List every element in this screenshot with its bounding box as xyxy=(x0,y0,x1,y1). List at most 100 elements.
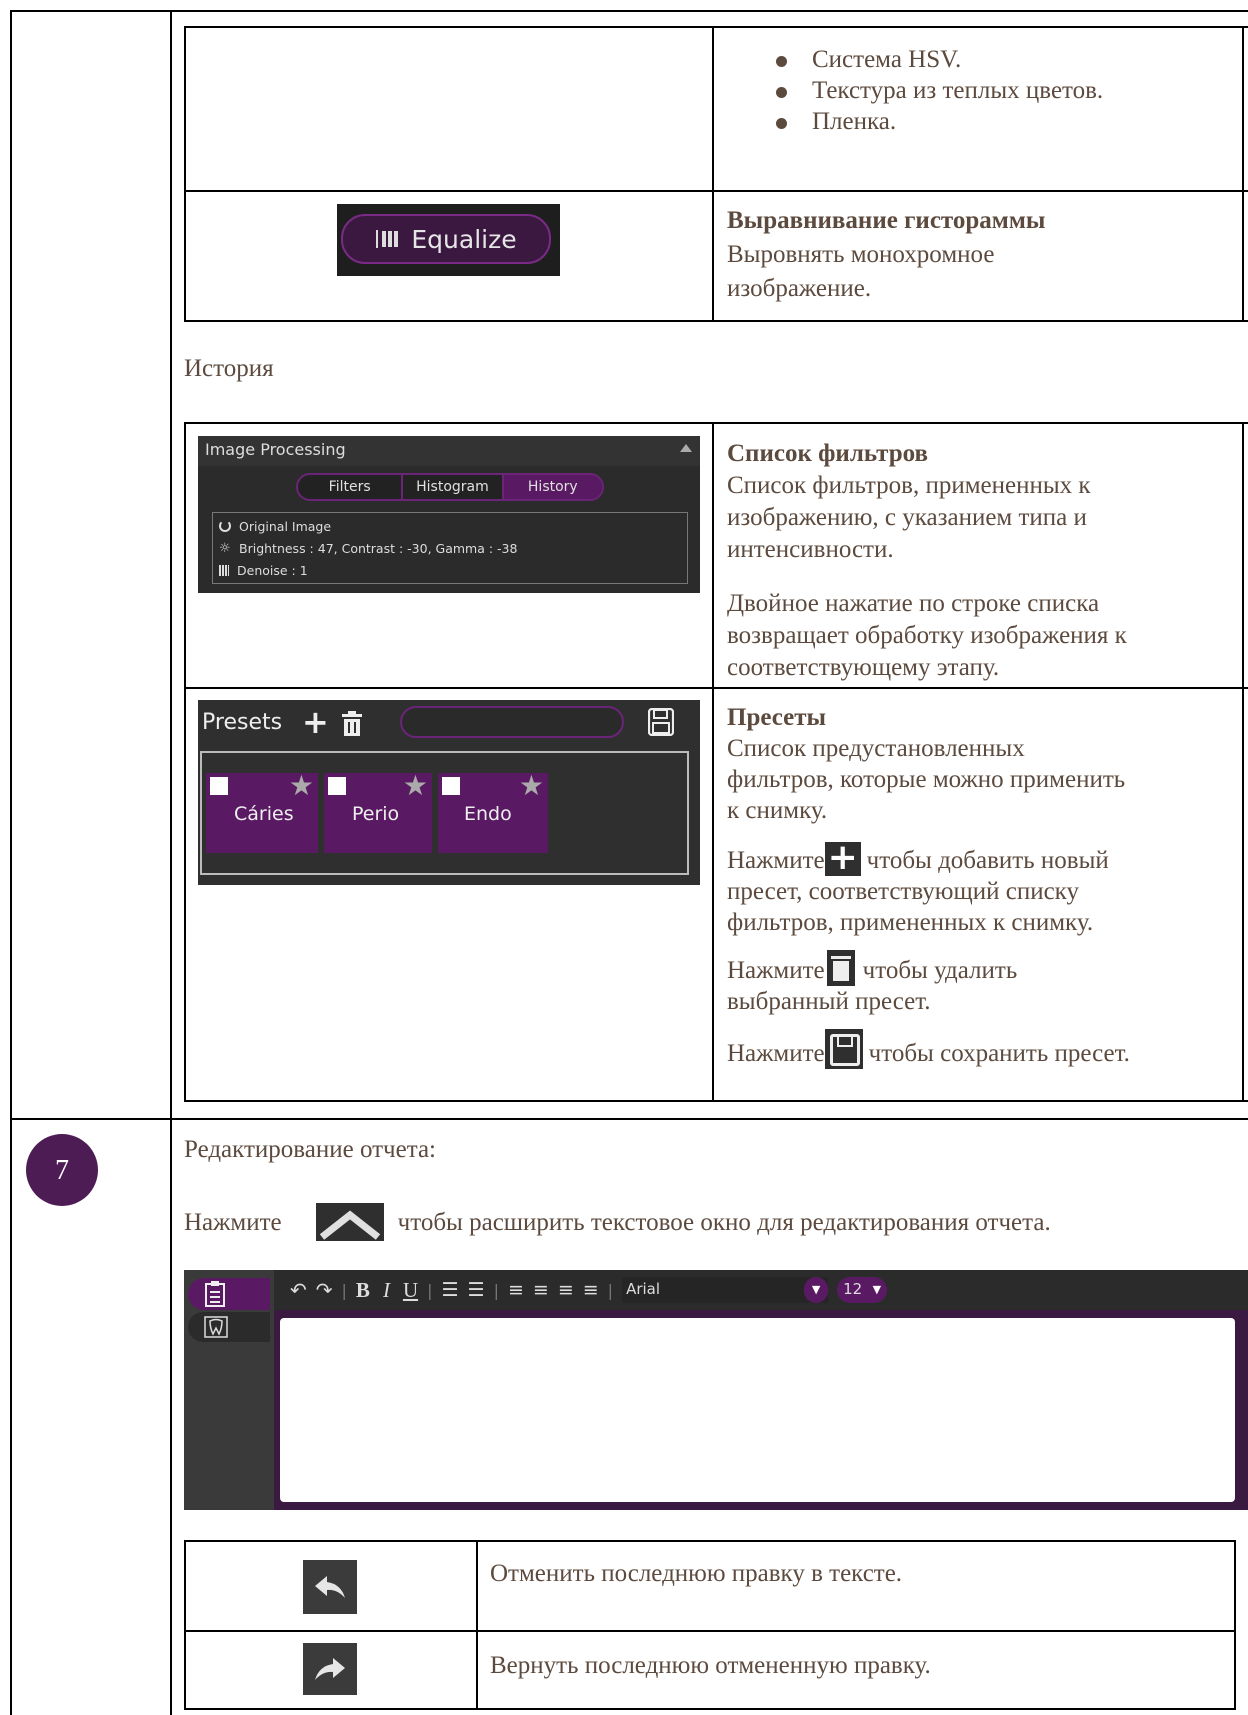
redo-icon[interactable]: ↷ xyxy=(316,1278,333,1302)
equalize-screenshot: Equalize xyxy=(337,204,560,276)
desc-line: интенсивности. xyxy=(727,536,894,563)
t2-left xyxy=(184,422,186,1102)
toolbar-separator: | xyxy=(427,1280,433,1300)
step-column-divider xyxy=(170,10,172,1715)
bullet-item: Система HSV. xyxy=(766,44,1236,75)
add-preset-icon[interactable]: + xyxy=(302,706,329,738)
filter-list-description: Список фильтров Список фильтров, примене… xyxy=(727,438,1232,684)
bold-icon[interactable]: B xyxy=(356,1278,370,1303)
font-family-select[interactable]: Arial ▼ xyxy=(622,1277,829,1303)
expand-chevron-icon xyxy=(315,1203,384,1241)
t1-center xyxy=(712,26,714,322)
bullet-list-icon[interactable]: ☰ xyxy=(442,1279,459,1301)
save-icon[interactable] xyxy=(648,708,674,736)
desc-line: Список предустановленных xyxy=(727,735,1025,762)
t2-center xyxy=(712,422,714,1102)
equalize-desc-line: изображение. xyxy=(727,275,872,302)
equalize-description: Выравнивание гистораммы Выровнять монохр… xyxy=(727,204,1232,306)
add-icon: + xyxy=(824,840,861,876)
t2-right xyxy=(1242,422,1244,1102)
panel-title-bar: Image Processing xyxy=(198,436,700,466)
tooth-tab[interactable] xyxy=(188,1312,270,1342)
trash-icon[interactable] xyxy=(340,711,364,737)
reset-icon xyxy=(219,520,231,532)
t3-center xyxy=(476,1540,478,1710)
bullet-item: Пленка. xyxy=(766,106,1236,137)
align-left-icon[interactable]: ≡ xyxy=(508,1279,524,1301)
t3-bottom xyxy=(184,1708,1236,1710)
preset-card[interactable]: ★ Endo xyxy=(438,769,548,853)
presets-description: Пресеты Список предустановленных фильтро… xyxy=(727,702,1237,1069)
tab-history[interactable]: History xyxy=(503,475,602,499)
equalize-label: Equalize xyxy=(411,224,517,254)
font-size-select[interactable]: 12 ▼ xyxy=(837,1277,888,1303)
desc-line: Двойное нажатие по строке списка xyxy=(727,590,1100,617)
star-icon[interactable]: ★ xyxy=(289,769,314,802)
add-instruction: Нажмите + чтобы добавить новый xyxy=(727,837,1109,878)
history-item[interactable]: Denoise : 1 xyxy=(213,559,687,581)
presets-title: Пресеты xyxy=(727,704,827,731)
preset-card[interactable]: ★ Perio xyxy=(324,769,432,853)
save-instruction: Нажмите чтобы сохранить пресет. xyxy=(727,1029,1237,1069)
t2-bottom xyxy=(184,1100,1248,1102)
t1-left xyxy=(184,26,186,322)
step-number-badge: 7 xyxy=(26,1134,98,1206)
redo-icon xyxy=(303,1643,357,1695)
numbered-list-icon[interactable]: ☰ xyxy=(468,1279,485,1301)
processing-tabs: Filters Histogram History xyxy=(296,473,604,501)
desc-line: Список фильтров, примененных к xyxy=(727,472,1091,499)
collapse-arrow-icon[interactable] xyxy=(680,444,692,452)
t3-right xyxy=(1234,1540,1236,1710)
report-text-area[interactable] xyxy=(280,1318,1235,1502)
italic-icon[interactable]: I xyxy=(379,1278,394,1303)
preset-search-input[interactable] xyxy=(400,706,624,738)
desc-line: соответствующему этапу. xyxy=(727,654,1000,681)
align-center-icon[interactable]: ≡ xyxy=(533,1279,549,1301)
star-icon[interactable]: ★ xyxy=(519,769,544,802)
equalize-title: Выравнивание гистораммы xyxy=(727,207,1046,234)
undo-description: Отменить последнюю правку в тексте. xyxy=(490,1560,903,1587)
toolbar-separator: | xyxy=(493,1280,499,1300)
t3-mid xyxy=(184,1630,1236,1632)
history-item[interactable]: Original Image xyxy=(213,515,687,537)
tooth-icon xyxy=(204,1316,228,1338)
preset-checkbox[interactable] xyxy=(328,777,346,795)
toolbar-separator: | xyxy=(341,1280,347,1300)
align-justify-icon[interactable]: ≡ xyxy=(583,1279,599,1301)
desc-line: фильтров, примененных к снимку. xyxy=(727,909,1094,936)
history-item[interactable]: ☼ Brightness : 47, Contrast : -30, Gamma… xyxy=(213,537,687,559)
undo-icon[interactable]: ↶ xyxy=(290,1278,307,1302)
desc-line: изображению, с указанием типа и xyxy=(727,504,1087,531)
desc-line: выбранный пресет. xyxy=(727,988,931,1015)
presets-label: Presets xyxy=(202,710,283,735)
editor-main: ↶ ↷ | B I U | ☰ ☰ | ≡ ≡ ≡ ≡ | Arial ▼ 12… xyxy=(274,1270,1248,1510)
desc-line: к снимку. xyxy=(727,797,828,824)
font-size-value: 12 xyxy=(843,1280,863,1298)
equalize-icon xyxy=(376,230,399,248)
tab-histogram[interactable]: Histogram xyxy=(401,475,504,499)
tab-filters[interactable]: Filters xyxy=(298,475,401,499)
image-processing-panel: Image Processing Filters Histogram Histo… xyxy=(198,436,700,593)
desc-line: возвращает обработку изображения к xyxy=(727,622,1127,649)
equalize-desc-line: Выровнять монохромное xyxy=(727,241,995,268)
star-icon[interactable]: ★ xyxy=(403,769,428,802)
save-icon xyxy=(824,1029,863,1069)
t1-top xyxy=(184,26,1248,28)
t2-top xyxy=(184,422,1248,424)
report-edit-heading: Редактирование отчета: xyxy=(184,1136,436,1163)
clipboard-tab[interactable] xyxy=(188,1278,270,1310)
expand-instruction: Нажмите чтобы расширить текстовое окно д… xyxy=(184,1203,1244,1241)
redo-description: Вернуть последнюю отмененную правку. xyxy=(490,1652,931,1679)
underline-icon[interactable]: U xyxy=(403,1278,418,1303)
t3-top xyxy=(184,1540,1236,1542)
align-right-icon[interactable]: ≡ xyxy=(558,1279,574,1301)
equalize-button[interactable]: Equalize xyxy=(341,214,551,264)
trash-icon xyxy=(826,950,855,986)
delete-instruction: Нажмите чтобы удалить xyxy=(727,950,1237,986)
preset-card-label: Endo xyxy=(464,803,512,825)
preset-card[interactable]: ★ Cáries xyxy=(206,769,318,853)
desc-line: фильтров, которые можно применить xyxy=(727,766,1126,793)
chevron-down-icon: ▼ xyxy=(872,1283,882,1296)
preset-checkbox[interactable] xyxy=(442,777,460,795)
preset-checkbox[interactable] xyxy=(210,777,228,795)
